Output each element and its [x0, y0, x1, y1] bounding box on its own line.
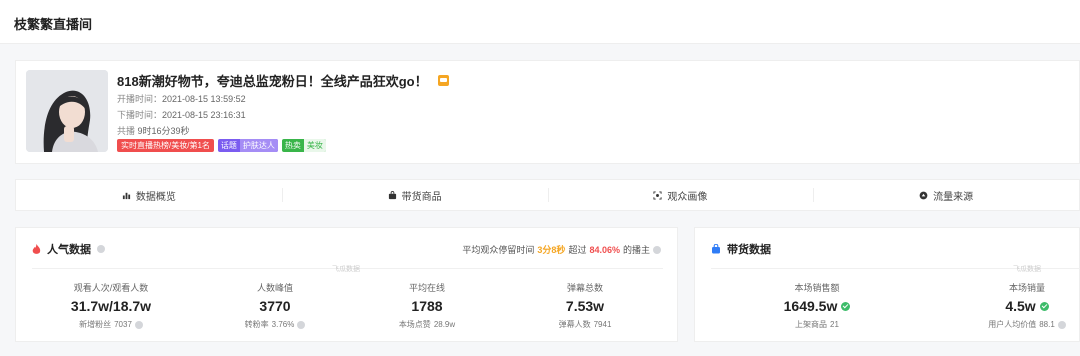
- stat-avg-online: 平均在线 1788 本场点赞 28.9w: [357, 281, 497, 330]
- stat-label: 本场销量: [1008, 283, 1045, 293]
- stat-views: 观看人次/观看人数 31.7w/18.7w 新增粉丝 7037: [41, 281, 181, 330]
- stat-sub: 转粉率 3.76%: [205, 319, 345, 330]
- goods-header: 带货数据: [711, 241, 771, 257]
- info-icon[interactable]: [1057, 320, 1066, 329]
- tab-label: 流量来源: [933, 191, 974, 203]
- hot-sale-badge[interactable]: 热卖 美妆: [281, 139, 326, 152]
- end-time-row: 下播时间：2021-08-15 23:16:31: [117, 108, 246, 121]
- avg-stay-percent: 84.06%: [589, 244, 620, 255]
- avg-stay-prefix: 平均观众停留时间: [462, 245, 535, 255]
- stat-value: 7.53w: [565, 298, 605, 314]
- stat-value: 1649.5w: [747, 298, 887, 314]
- shopping-cart-icon: [437, 75, 449, 86]
- section-tabs: 数据概览 带货商品 观众画像 流量来源: [15, 179, 1080, 211]
- topic-badge[interactable]: 话题 护肤达人: [217, 139, 278, 152]
- stat-sub: 新增粉丝 7037: [41, 319, 181, 330]
- live-title-row: 818新潮好物节，夸迪总监宠粉日！全线产品狂欢go！: [117, 71, 449, 90]
- popularity-header: 人气数据: [32, 241, 105, 257]
- duration-label: 共播: [117, 126, 136, 136]
- portrait-icon: [653, 190, 662, 200]
- stat-sales-volume: 本场销量 4.5w 用户人均价值 88.1: [957, 281, 1080, 330]
- shopping-basket-icon: [712, 244, 720, 254]
- stat-value: 3770: [259, 298, 291, 314]
- info-icon[interactable]: [97, 245, 105, 253]
- popularity-title: 人气数据: [47, 244, 91, 256]
- watermark: 飞瓜数据: [1013, 266, 1041, 273]
- tag-row: 实时直播热榜/美妆/第1名 话题 护肤达人 热卖 美妆: [117, 139, 326, 152]
- hot-sale-label: 热卖: [284, 141, 301, 150]
- page-header: 枝繁繁直播间: [0, 0, 1080, 44]
- rank-badge-text: 实时直播热榜/美妆/第1名: [121, 141, 210, 150]
- topic-badge-label: 话题: [220, 141, 237, 150]
- start-time-value: 2021-08-15 13:59:52: [162, 94, 246, 104]
- avg-stay-mid: 超过: [568, 245, 587, 255]
- live-info-card: 818新潮好物节，夸迪总监宠粉日！全线产品狂欢go！ 开播时间：2021-08-…: [15, 60, 1080, 164]
- watermark: 飞瓜数据: [332, 266, 360, 273]
- tab-goods[interactable]: 带货商品: [281, 180, 548, 210]
- stat-barrage: 弹幕总数 7.53w 弹幕人数 7941: [515, 281, 655, 330]
- page-title: 枝繁繁直播间: [14, 17, 93, 32]
- hot-sale-value: 美妆: [303, 139, 326, 152]
- end-time-value: 2021-08-15 23:16:31: [162, 110, 246, 120]
- stat-sales-amount: 本场销售额 1649.5w 上架商品 21: [747, 281, 887, 330]
- stat-sub: 用户人均价值 88.1: [957, 319, 1080, 330]
- tab-traffic-source[interactable]: 流量来源: [813, 180, 1079, 210]
- start-time-row: 开播时间：2021-08-15 13:59:52: [117, 92, 246, 105]
- verified-check-icon: [1039, 301, 1049, 311]
- info-icon[interactable]: [134, 320, 143, 329]
- duration-value: 9时16分39秒: [137, 126, 190, 136]
- tab-label: 带货商品: [401, 191, 442, 203]
- goods-title: 带货数据: [727, 244, 771, 256]
- avg-stay-time: 3分8秒: [537, 245, 566, 255]
- stat-value: 4.5w: [957, 298, 1080, 314]
- popularity-panel: 人气数据 平均观众停留时间 3分8秒 超过 84.06% 的播主 飞瓜数据 观看…: [15, 227, 678, 342]
- topic-badge-value: 护肤达人: [239, 139, 278, 152]
- flame-icon: [32, 243, 41, 254]
- traffic-icon: [919, 191, 928, 199]
- avg-stay-suffix: 的播主: [622, 245, 650, 255]
- stat-sub: 上架商品 21: [795, 320, 839, 329]
- verified-check-icon: [841, 301, 851, 311]
- live-title[interactable]: 818新潮好物节，夸迪总监宠粉日！全线产品狂欢go！: [117, 71, 428, 90]
- bag-icon: [388, 190, 396, 199]
- stat-label: 平均在线: [408, 283, 445, 293]
- avg-stay-note: 平均观众停留时间 3分8秒 超过 84.06% 的播主: [462, 243, 661, 256]
- streamer-cover-image[interactable]: [26, 70, 108, 152]
- info-icon[interactable]: [653, 245, 661, 254]
- start-time-label: 开播时间：: [117, 94, 163, 104]
- stat-label: 人数峰值: [256, 283, 293, 293]
- stat-label: 观看人次/观看人数: [73, 283, 149, 293]
- tab-label: 数据概览: [135, 191, 176, 203]
- rank-badge[interactable]: 实时直播热榜/美妆/第1名: [117, 139, 214, 152]
- stat-value: 1788: [411, 298, 443, 314]
- stat-sub: 本场点赞 28.9w: [398, 320, 456, 329]
- stat-value: 31.7w/18.7w: [70, 298, 152, 314]
- stat-peak: 人数峰值 3770 转粉率 3.76%: [205, 281, 345, 330]
- tab-label: 观众画像: [667, 191, 708, 203]
- stat-label: 弹幕总数: [566, 283, 603, 293]
- duration-row: 共播 9时16分39秒: [117, 124, 190, 137]
- bar-chart-icon: [122, 192, 130, 199]
- tab-data-overview[interactable]: 数据概览: [16, 180, 282, 210]
- tab-audience-portrait[interactable]: 观众画像: [547, 180, 814, 210]
- stat-label: 本场销售额: [794, 283, 840, 293]
- info-icon[interactable]: [297, 320, 306, 329]
- end-time-label: 下播时间：: [117, 110, 163, 120]
- stat-sub: 弹幕人数 7941: [558, 320, 612, 329]
- goods-panel: 带货数据 飞瓜数据 本场销售额 1649.5w 上架商品 21 本场销量 4.5w…: [694, 227, 1080, 342]
- portrait-photo: [26, 70, 108, 152]
